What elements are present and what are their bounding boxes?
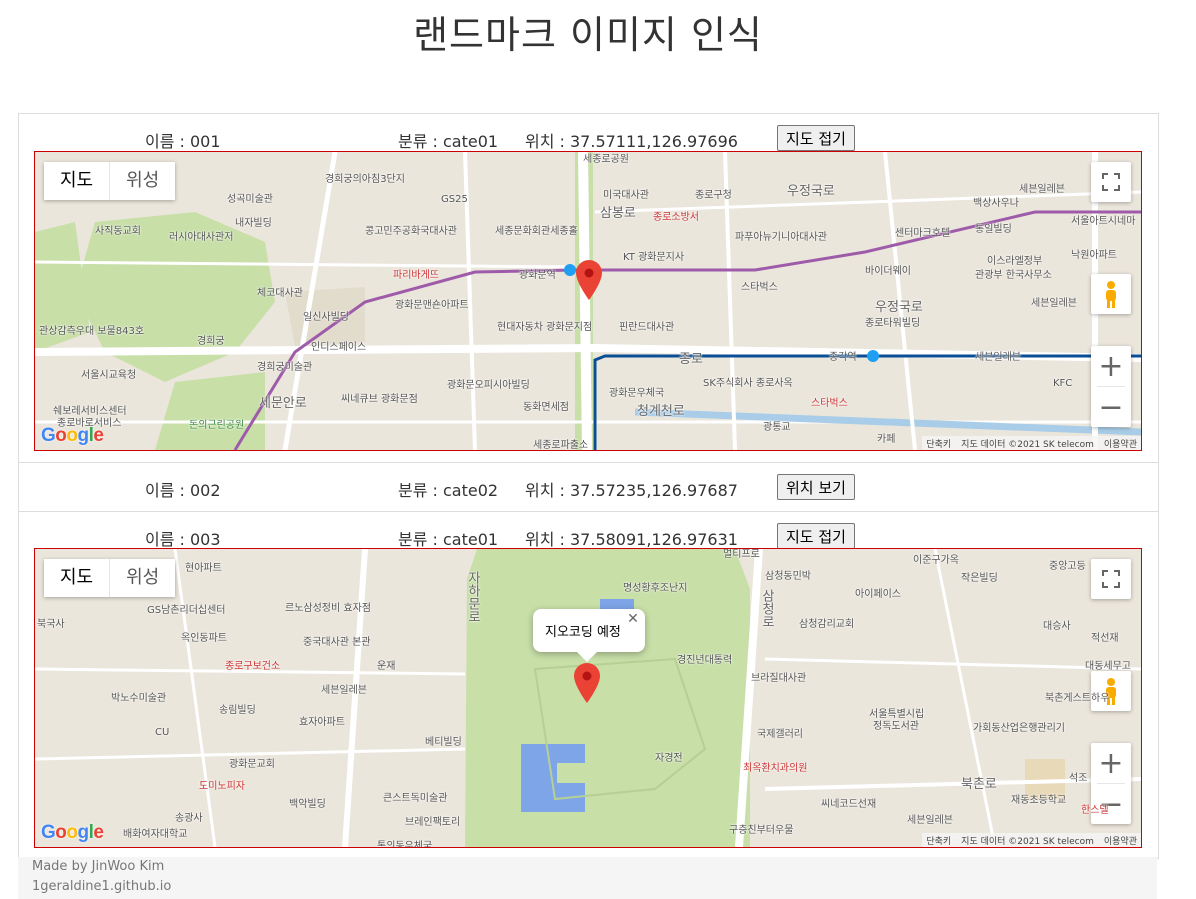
terms-link[interactable]: 이용약관 [1104, 834, 1137, 847]
map-attribution: 단축키 지도 데이터 ©2021 SK telecom 이용약관 [922, 436, 1141, 450]
collapse-map-button[interactable]: 지도 접기 [777, 523, 855, 549]
info-window-text: 지오코딩 예정 [545, 625, 621, 640]
keyboard-shortcuts-link[interactable]: 단축키 [926, 437, 951, 450]
footer-site: 1geraldine1.github.io [32, 879, 172, 894]
map-type-control: 지도 위성 [44, 559, 176, 597]
zoom-control: + − [1091, 346, 1131, 427]
google-logo: Google [41, 822, 104, 843]
zoom-out-button[interactable]: − [1091, 387, 1131, 427]
landmark-list: 이름 : 001 분류 : cate01 위치 : 37.57111,126.9… [18, 113, 1159, 859]
list-item: 이름 : 003 분류 : cate01 위치 : 37.58091,126.9… [19, 512, 1158, 858]
collapse-map-button[interactable]: 지도 접기 [777, 125, 855, 151]
item-category: 분류 : cate01 [398, 132, 499, 151]
item-name: 이름 : 003 [145, 530, 221, 549]
item-category: 분류 : cate02 [398, 481, 499, 500]
map-view[interactable]: 지도 위성 + − 지오코딩 예정 ✕ 현아파트 멀티프로 이준구가옥 중앙고등… [34, 548, 1142, 848]
google-logo: Google [41, 425, 104, 446]
fullscreen-button[interactable] [1091, 559, 1131, 599]
street-view-pegman[interactable] [1091, 274, 1131, 314]
item-location: 위치 : 37.58091,126.97631 [525, 530, 738, 549]
map-type-map-button[interactable]: 지도 [44, 162, 109, 200]
fullscreen-icon [1102, 570, 1120, 588]
item-category: 분류 : cate01 [398, 530, 499, 549]
map-type-control: 지도 위성 [44, 162, 176, 200]
item-name: 이름 : 002 [145, 481, 221, 500]
info-window: 지오코딩 예정 ✕ [533, 609, 645, 662]
map-type-satellite-button[interactable]: 위성 [109, 162, 175, 200]
zoom-in-button[interactable]: + [1091, 346, 1131, 386]
fullscreen-icon [1102, 173, 1120, 191]
item-name: 이름 : 001 [145, 132, 221, 151]
zoom-in-button[interactable]: + [1091, 743, 1131, 783]
terms-link[interactable]: 이용약관 [1104, 437, 1137, 450]
fullscreen-button[interactable] [1091, 162, 1131, 202]
footer: Made by JinWoo Kim 1geraldine1.github.io [18, 857, 1157, 899]
map-data-credit: 지도 데이터 ©2021 SK telecom [961, 836, 1094, 847]
show-map-button[interactable]: 위치 보기 [777, 474, 855, 500]
map-type-satellite-button[interactable]: 위성 [109, 559, 175, 597]
map-attribution: 단축키 지도 데이터 ©2021 SK telecom 이용약관 [922, 833, 1141, 847]
list-item: 이름 : 002 분류 : cate02 위치 : 37.57235,126.9… [19, 463, 1158, 512]
item-header: 이름 : 002 분류 : cate02 위치 : 37.57235,126.9… [19, 463, 1158, 509]
item-location: 위치 : 37.57111,126.97696 [525, 132, 738, 151]
map-view[interactable]: 지도 위성 + − 세종로공원 경희궁의아침3단지 미국대사관 종로구청 우정국… [34, 151, 1142, 451]
list-item: 이름 : 001 분류 : cate01 위치 : 37.57111,126.9… [19, 114, 1158, 463]
map-type-map-button[interactable]: 지도 [44, 559, 109, 597]
map-data-credit: 지도 데이터 ©2021 SK telecom [961, 439, 1094, 450]
item-location: 위치 : 37.57235,126.97687 [525, 481, 738, 500]
map-marker-icon[interactable] [576, 260, 602, 300]
map-marker-icon[interactable] [574, 663, 600, 703]
page-title: 랜드마크 이미지 인식 [413, 13, 763, 57]
close-icon[interactable]: ✕ [627, 611, 639, 627]
footer-author: Made by JinWoo Kim [32, 859, 165, 874]
pegman-icon [1106, 281, 1116, 308]
keyboard-shortcuts-link[interactable]: 단축키 [926, 834, 951, 847]
